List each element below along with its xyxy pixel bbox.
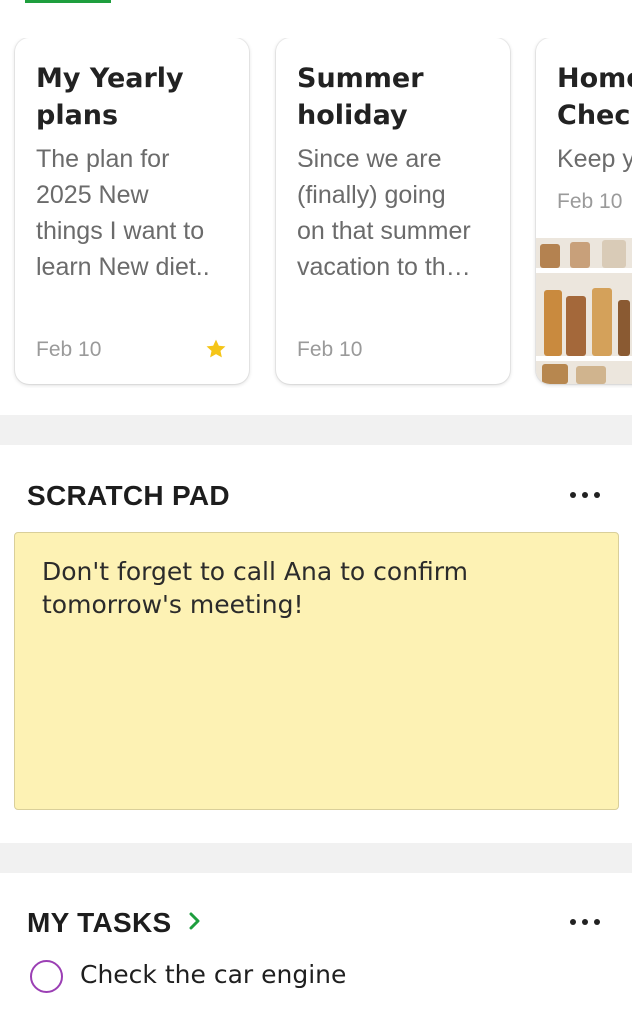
task-checkbox[interactable] — [30, 960, 63, 993]
scratch-pad-heading: SCRATCH PAD — [27, 480, 230, 511]
note-preview: Since we are (finally) going on that sum… — [297, 145, 471, 281]
task-label: Check the car engine — [80, 960, 347, 989]
section-divider — [0, 415, 632, 445]
active-tab-indicator — [25, 0, 111, 3]
note-card-my-yearly-plans[interactable]: My Yearly plans The plan for 2025 New th… — [15, 38, 249, 384]
scratch-pad-more-icon[interactable] — [570, 485, 604, 505]
notes-carousel[interactable]: My Yearly plans The plan for 2025 New th… — [0, 38, 632, 388]
note-preview: Keep y — [557, 145, 632, 173]
chevron-right-icon[interactable] — [188, 912, 202, 930]
tasks-heading[interactable]: MY TASKS — [27, 907, 172, 939]
section-divider — [0, 843, 632, 873]
note-title: Home Check — [557, 63, 632, 131]
note-date: Feb 10 — [36, 338, 102, 361]
note-card-home-checklist[interactable]: Home Check Keep y Feb 10 — [536, 38, 632, 384]
note-title: My Yearly plans — [36, 63, 184, 131]
note-title: Summer holiday — [297, 63, 424, 131]
note-thumbnail-image — [536, 238, 632, 384]
tasks-more-icon[interactable] — [570, 912, 604, 932]
note-preview: The plan for 2025 New things I want to l… — [36, 145, 210, 281]
scratch-pad-text[interactable]: Don't forget to call Ana to confirm tomo… — [42, 555, 602, 621]
task-item[interactable]: Check the car engine — [30, 958, 590, 994]
scratch-pad-note[interactable]: Don't forget to call Ana to confirm tomo… — [14, 532, 619, 810]
note-date: Feb 10 — [557, 190, 623, 213]
star-icon[interactable] — [205, 338, 227, 360]
note-date: Feb 10 — [297, 338, 363, 361]
note-card-summer-holiday[interactable]: Summer holiday Since we are (finally) go… — [276, 38, 510, 384]
